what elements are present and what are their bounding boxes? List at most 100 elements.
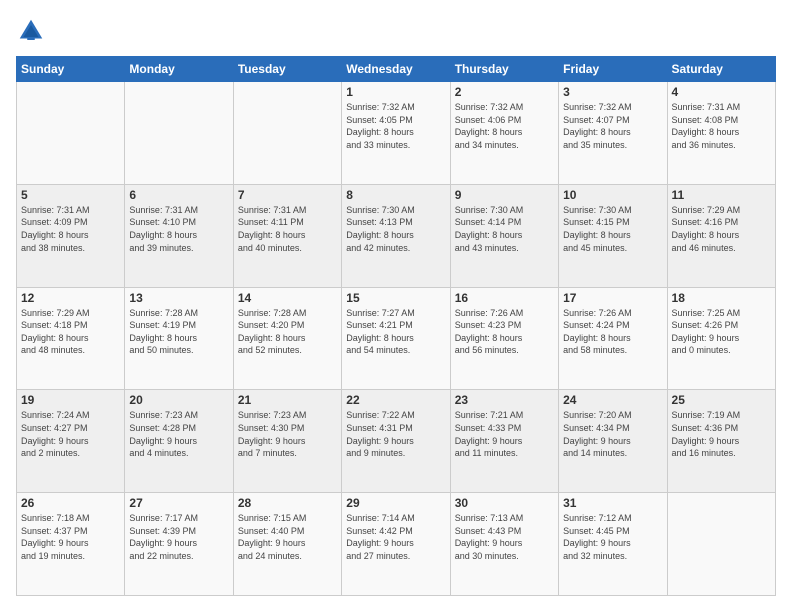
calendar-cell: 16Sunrise: 7:26 AM Sunset: 4:23 PM Dayli… (450, 287, 558, 390)
calendar-cell (125, 82, 233, 185)
logo (16, 16, 50, 46)
day-number: 18 (672, 291, 771, 305)
day-number: 26 (21, 496, 120, 510)
day-number: 9 (455, 188, 554, 202)
day-number: 30 (455, 496, 554, 510)
day-info: Sunrise: 7:31 AM Sunset: 4:08 PM Dayligh… (672, 101, 771, 151)
weekday-header-friday: Friday (559, 57, 667, 82)
calendar-cell: 13Sunrise: 7:28 AM Sunset: 4:19 PM Dayli… (125, 287, 233, 390)
day-info: Sunrise: 7:31 AM Sunset: 4:09 PM Dayligh… (21, 204, 120, 254)
day-info: Sunrise: 7:23 AM Sunset: 4:28 PM Dayligh… (129, 409, 228, 459)
calendar-cell: 4 Sunrise: 7:31 AM Sunset: 4:08 PM Daylig… (667, 82, 775, 185)
day-info: Sunrise: 7:32 AM Sunset: 4:07 PM Dayligh… (563, 101, 662, 151)
calendar-cell: 21 Sunrise: 7:23 AM Sunset: 4:30 PM Dayli… (233, 390, 341, 493)
calendar-week-4: 19 Sunrise: 7:24 AM Sunset: 4:27 PM Dayli… (17, 390, 776, 493)
header (16, 16, 776, 46)
calendar-cell (17, 82, 125, 185)
day-info: Sunrise: 7:24 AM Sunset: 4:27 PM Dayligh… (21, 409, 120, 459)
weekday-header-monday: Monday (125, 57, 233, 82)
day-info: Sunrise: 7:13 AM Sunset: 4:43 PM Dayligh… (455, 512, 554, 562)
day-info: Sunrise: 7:30 AM Sunset: 4:13 PM Dayligh… (346, 204, 445, 254)
day-number: 20 (129, 393, 228, 407)
calendar-table: SundayMondayTuesdayWednesdayThursdayFrid… (16, 56, 776, 596)
weekday-header-saturday: Saturday (667, 57, 775, 82)
day-info: Sunrise: 7:14 AM Sunset: 4:42 PM Dayligh… (346, 512, 445, 562)
calendar-cell: 6Sunrise: 7:31 AM Sunset: 4:10 PM Daylig… (125, 184, 233, 287)
day-info: Sunrise: 7:29 AM Sunset: 4:16 PM Dayligh… (672, 204, 771, 254)
day-number: 29 (346, 496, 445, 510)
day-number: 13 (129, 291, 228, 305)
day-number: 3 (563, 85, 662, 99)
day-info: Sunrise: 7:29 AM Sunset: 4:18 PM Dayligh… (21, 307, 120, 357)
day-info: Sunrise: 7:12 AM Sunset: 4:45 PM Dayligh… (563, 512, 662, 562)
day-number: 5 (21, 188, 120, 202)
day-info: Sunrise: 7:32 AM Sunset: 4:06 PM Dayligh… (455, 101, 554, 151)
calendar-cell: 14 Sunrise: 7:28 AM Sunset: 4:20 PM Dayli… (233, 287, 341, 390)
day-number: 24 (563, 393, 662, 407)
weekday-header-sunday: Sunday (17, 57, 125, 82)
calendar-cell (667, 493, 775, 596)
calendar-cell: 23Sunrise: 7:21 AM Sunset: 4:33 PM Dayli… (450, 390, 558, 493)
day-info: Sunrise: 7:22 AM Sunset: 4:31 PM Dayligh… (346, 409, 445, 459)
calendar-cell: 24 Sunrise: 7:20 AM Sunset: 4:34 PM Dayli… (559, 390, 667, 493)
calendar-week-2: 5 Sunrise: 7:31 AM Sunset: 4:09 PM Daylig… (17, 184, 776, 287)
calendar-cell: 2 Sunrise: 7:32 AM Sunset: 4:06 PM Daylig… (450, 82, 558, 185)
calendar-cell: 9 Sunrise: 7:30 AM Sunset: 4:14 PM Daylig… (450, 184, 558, 287)
day-info: Sunrise: 7:26 AM Sunset: 4:23 PM Dayligh… (455, 307, 554, 357)
day-info: Sunrise: 7:28 AM Sunset: 4:20 PM Dayligh… (238, 307, 337, 357)
calendar-cell: 19 Sunrise: 7:24 AM Sunset: 4:27 PM Dayli… (17, 390, 125, 493)
weekday-header-wednesday: Wednesday (342, 57, 450, 82)
day-info: Sunrise: 7:20 AM Sunset: 4:34 PM Dayligh… (563, 409, 662, 459)
day-info: Sunrise: 7:19 AM Sunset: 4:36 PM Dayligh… (672, 409, 771, 459)
day-number: 31 (563, 496, 662, 510)
calendar-cell: 25 Sunrise: 7:19 AM Sunset: 4:36 PM Dayli… (667, 390, 775, 493)
calendar-cell: 12 Sunrise: 7:29 AM Sunset: 4:18 PM Dayli… (17, 287, 125, 390)
day-number: 2 (455, 85, 554, 99)
calendar-cell: 5 Sunrise: 7:31 AM Sunset: 4:09 PM Daylig… (17, 184, 125, 287)
logo-icon (16, 16, 46, 46)
day-info: Sunrise: 7:31 AM Sunset: 4:10 PM Dayligh… (129, 204, 228, 254)
calendar-body: 1Sunrise: 7:32 AM Sunset: 4:05 PM Daylig… (17, 82, 776, 596)
day-info: Sunrise: 7:17 AM Sunset: 4:39 PM Dayligh… (129, 512, 228, 562)
day-info: Sunrise: 7:25 AM Sunset: 4:26 PM Dayligh… (672, 307, 771, 357)
day-number: 27 (129, 496, 228, 510)
day-number: 4 (672, 85, 771, 99)
calendar-cell (233, 82, 341, 185)
day-info: Sunrise: 7:30 AM Sunset: 4:15 PM Dayligh… (563, 204, 662, 254)
day-info: Sunrise: 7:26 AM Sunset: 4:24 PM Dayligh… (563, 307, 662, 357)
day-info: Sunrise: 7:31 AM Sunset: 4:11 PM Dayligh… (238, 204, 337, 254)
calendar-cell: 27 Sunrise: 7:17 AM Sunset: 4:39 PM Dayli… (125, 493, 233, 596)
day-number: 22 (346, 393, 445, 407)
calendar-cell: 26 Sunrise: 7:18 AM Sunset: 4:37 PM Dayli… (17, 493, 125, 596)
calendar-cell: 20 Sunrise: 7:23 AM Sunset: 4:28 PM Dayli… (125, 390, 233, 493)
day-number: 1 (346, 85, 445, 99)
day-number: 8 (346, 188, 445, 202)
calendar-cell: 8 Sunrise: 7:30 AM Sunset: 4:13 PM Daylig… (342, 184, 450, 287)
calendar-cell: 11Sunrise: 7:29 AM Sunset: 4:16 PM Dayli… (667, 184, 775, 287)
calendar-cell: 3 Sunrise: 7:32 AM Sunset: 4:07 PM Daylig… (559, 82, 667, 185)
weekday-header-tuesday: Tuesday (233, 57, 341, 82)
day-number: 21 (238, 393, 337, 407)
calendar-cell: 28 Sunrise: 7:15 AM Sunset: 4:40 PM Dayli… (233, 493, 341, 596)
calendar-week-3: 12 Sunrise: 7:29 AM Sunset: 4:18 PM Dayli… (17, 287, 776, 390)
day-info: Sunrise: 7:18 AM Sunset: 4:37 PM Dayligh… (21, 512, 120, 562)
calendar-header: SundayMondayTuesdayWednesdayThursdayFrid… (17, 57, 776, 82)
calendar-cell: 29 Sunrise: 7:14 AM Sunset: 4:42 PM Dayli… (342, 493, 450, 596)
day-number: 25 (672, 393, 771, 407)
calendar-cell: 22 Sunrise: 7:22 AM Sunset: 4:31 PM Dayli… (342, 390, 450, 493)
day-info: Sunrise: 7:30 AM Sunset: 4:14 PM Dayligh… (455, 204, 554, 254)
day-number: 15 (346, 291, 445, 305)
day-number: 19 (21, 393, 120, 407)
day-info: Sunrise: 7:15 AM Sunset: 4:40 PM Dayligh… (238, 512, 337, 562)
day-number: 28 (238, 496, 337, 510)
calendar-cell: 10Sunrise: 7:30 AM Sunset: 4:15 PM Dayli… (559, 184, 667, 287)
calendar-week-5: 26 Sunrise: 7:18 AM Sunset: 4:37 PM Dayli… (17, 493, 776, 596)
day-number: 12 (21, 291, 120, 305)
weekday-header-thursday: Thursday (450, 57, 558, 82)
day-number: 17 (563, 291, 662, 305)
calendar-cell: 30 Sunrise: 7:13 AM Sunset: 4:43 PM Dayli… (450, 493, 558, 596)
day-number: 7 (238, 188, 337, 202)
day-number: 14 (238, 291, 337, 305)
day-info: Sunrise: 7:23 AM Sunset: 4:30 PM Dayligh… (238, 409, 337, 459)
calendar-cell: 1Sunrise: 7:32 AM Sunset: 4:05 PM Daylig… (342, 82, 450, 185)
